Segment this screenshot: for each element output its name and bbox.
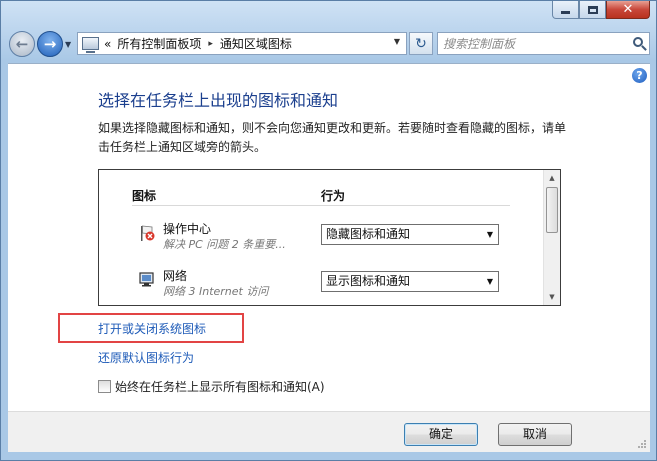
network-monitor-icon <box>139 272 154 287</box>
close-button[interactable]: ✕ <box>606 1 650 19</box>
page-description: 如果选择隐藏图标和通知，则不会向您通知更改和更新。若要随时查看隐藏的图标，请单击… <box>98 121 567 154</box>
recent-pages-dropdown[interactable]: ▼ <box>65 40 71 49</box>
back-arrow-icon: ← <box>15 34 29 53</box>
resize-grip-icon[interactable] <box>637 439 647 449</box>
behavior-select[interactable]: 显示图标和通知 ▼ <box>321 271 499 292</box>
content-area: ? 选择在任务栏上出现的图标和通知 如果选择隐藏图标和通知，则不会向您通知更改和… <box>8 63 650 420</box>
header-divider <box>132 205 510 206</box>
refresh-button[interactable]: ↻ <box>409 32 433 55</box>
item-status: 解决 PC 问题 2 条重要... <box>163 238 286 251</box>
cancel-button[interactable]: 取消 <box>498 423 572 446</box>
address-bar[interactable]: « 所有控制面板项 ▸ 通知区域图标 ▼ <box>77 32 407 55</box>
behavior-select-value: 显示图标和通知 <box>326 274 411 288</box>
always-show-checkbox[interactable] <box>98 380 111 393</box>
breadcrumb-notification-icons[interactable]: 通知区域图标 <box>220 35 292 52</box>
scroll-up-icon[interactable]: ▲ <box>544 170 560 186</box>
help-icon[interactable]: ? <box>632 68 647 83</box>
restore-default-link[interactable]: 还原默认图标行为 <box>98 349 194 366</box>
minimize-button[interactable] <box>552 1 579 19</box>
behavior-select[interactable]: 隐藏图标和通知 ▼ <box>321 224 499 245</box>
forward-button[interactable]: → <box>37 31 63 57</box>
list-scrollbar[interactable]: ▲ ▼ <box>543 170 560 305</box>
chevron-down-icon: ▼ <box>486 230 493 239</box>
breadcrumb-all-items[interactable]: 所有控制面板项 <box>117 35 201 52</box>
chevron-down-icon: ▼ <box>486 277 493 286</box>
column-header-icon: 图标 <box>132 189 157 203</box>
item-status: 网络 3 Internet 访问 <box>163 285 269 298</box>
list-item: 网络 网络 3 Internet 访问 显示图标和通知 ▼ <box>135 267 505 305</box>
search-box[interactable]: 搜索控制面板 <box>437 32 650 55</box>
scrollbar-thumb[interactable] <box>546 187 558 233</box>
refresh-icon: ↻ <box>415 35 427 52</box>
item-name: 网络 <box>163 269 188 283</box>
minimize-icon <box>561 11 570 14</box>
page-title: 选择在任务栏上出现的图标和通知 <box>98 91 339 110</box>
window-frame: ✕ ← → ▼ « 所有控制面板项 ▸ 通知区域图标 ▼ ↻ 搜索控制面板 ? … <box>0 0 657 461</box>
list-item: 操作中心 解决 PC 问题 2 条重要... 隐藏图标和通知 ▼ <box>135 220 505 260</box>
address-dropdown-icon[interactable]: ▼ <box>394 37 400 46</box>
dialog-button-bar: 确定 取消 <box>8 411 650 452</box>
scroll-down-icon[interactable]: ▼ <box>544 289 560 305</box>
column-header-behavior: 行为 <box>321 189 346 203</box>
control-panel-icon <box>82 37 99 53</box>
search-icon[interactable] <box>633 37 643 47</box>
item-name: 操作中心 <box>163 222 212 236</box>
system-icons-link[interactable]: 打开或关闭系统图标 <box>98 320 206 337</box>
breadcrumb-separator-icon[interactable]: ▸ <box>208 39 213 49</box>
flag-x-icon <box>141 225 155 241</box>
forward-arrow-icon: → <box>43 34 57 53</box>
address-chevron[interactable]: « <box>104 37 111 51</box>
maximize-button[interactable] <box>579 1 606 19</box>
caption-buttons: ✕ <box>552 1 650 19</box>
back-button[interactable]: ← <box>9 31 35 57</box>
always-show-option[interactable]: 始终在任务栏上显示所有图标和通知(A) <box>98 378 325 395</box>
ok-button[interactable]: 确定 <box>404 423 478 446</box>
navigation-bar: ← → ▼ « 所有控制面板项 ▸ 通知区域图标 ▼ ↻ 搜索控制面板 <box>7 29 650 59</box>
always-show-label[interactable]: 始终在任务栏上显示所有图标和通知(A) <box>115 378 325 395</box>
search-input[interactable]: 搜索控制面板 <box>443 35 515 52</box>
behavior-select-value: 隐藏图标和通知 <box>326 227 411 241</box>
close-icon: ✕ <box>622 2 634 17</box>
notification-icons-list[interactable]: 图标 行为 操作中心 解决 PC 问题 2 条重要... 隐藏图标和通知 ▼ 网… <box>98 169 561 306</box>
maximize-icon <box>587 5 598 14</box>
